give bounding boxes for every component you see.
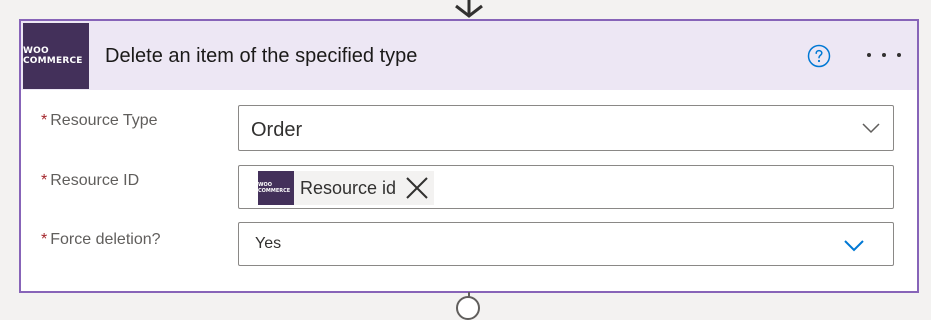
more-dot [867, 53, 871, 57]
resource-type-value: Order [251, 119, 303, 141]
add-step-node[interactable] [456, 296, 480, 320]
action-card-header[interactable]: WOO COMMERCE Delete an item of the speci… [21, 21, 917, 90]
help-circle-icon[interactable] [807, 44, 831, 68]
force-deletion-label-text: Force deletion? [50, 231, 161, 248]
force-deletion-select[interactable]: Yes [238, 222, 894, 266]
woocommerce-token-icon: WOO COMMERCE [258, 171, 294, 205]
token-label: Resource id [300, 177, 397, 198]
woocommerce-token-icon-text: WOO COMMERCE [258, 182, 291, 194]
dynamic-content-token[interactable]: WOO COMMERCE Resource id [258, 171, 435, 205]
resource-id-label-text: Resource ID [50, 172, 140, 189]
required-indicator: * [41, 231, 48, 248]
resource-id-label: * Resource ID [41, 172, 139, 190]
force-deletion-value: Yes [255, 235, 282, 252]
resource-id-input[interactable]: WOO COMMERCE Resource id [238, 165, 894, 209]
more-horizontal-icon[interactable] [867, 43, 901, 67]
force-deletion-label: * Force deletion? [41, 231, 161, 249]
close-icon[interactable] [404, 175, 430, 201]
required-indicator: * [41, 112, 48, 129]
required-indicator: * [41, 172, 48, 189]
action-card: WOO COMMERCE Delete an item of the speci… [19, 19, 919, 293]
chevron-down-icon[interactable] [861, 121, 881, 135]
woocommerce-logo: WOO COMMERCE [23, 23, 89, 89]
resource-type-label-text: Resource Type [50, 112, 158, 129]
resource-type-dropdown[interactable]: Order [238, 105, 894, 151]
action-title[interactable]: Delete an item of the specified type [105, 45, 417, 68]
more-dot [897, 53, 901, 57]
woocommerce-logo-text: WOO COMMERCE [23, 46, 83, 66]
resource-type-label: * Resource Type [41, 112, 158, 130]
chevron-down-icon[interactable] [843, 238, 865, 252]
more-dot [882, 53, 886, 57]
